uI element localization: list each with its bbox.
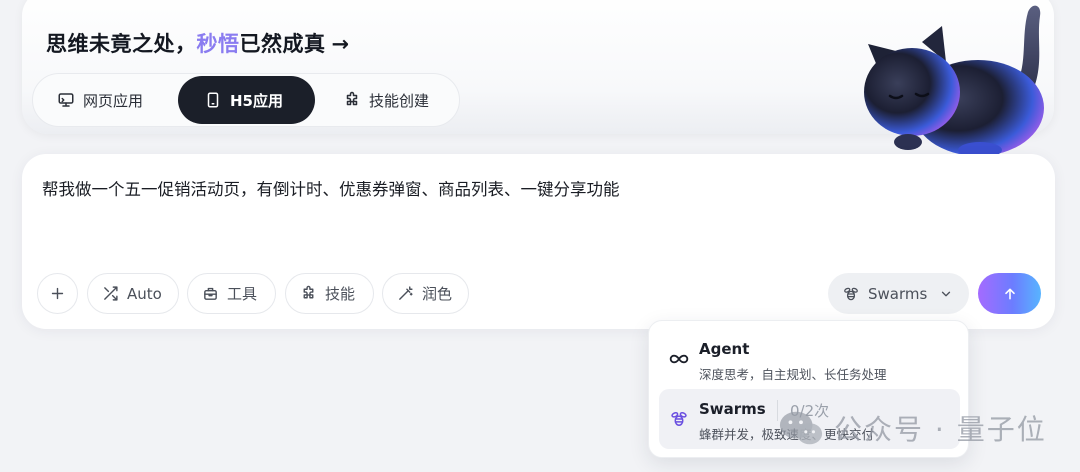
monitor-icon (58, 93, 74, 107)
dropdown-item-agent[interactable]: Agent 深度思考，自主规划、长任务处理 (659, 329, 960, 389)
mode-dropdown-menu: Agent 深度思考，自主规划、长任务处理 Swarms 0/2次 蜂群并发，极… (648, 320, 969, 458)
add-attachment-button[interactable] (37, 273, 78, 314)
dropdown-item-swarms[interactable]: Swarms 0/2次 蜂群并发，极致速度、更快交付 (659, 389, 960, 449)
usage-quota: 0/2次 (777, 400, 829, 421)
auto-label: Auto (127, 284, 162, 303)
headline-accent: 秒悟 (196, 32, 240, 56)
headline-prefix: 思维未竟之处， (46, 32, 197, 56)
tools-label: 工具 (227, 285, 258, 303)
polish-label: 润色 (422, 285, 453, 303)
page-headline: 思维未竟之处，秒悟已然成真 → (46, 28, 350, 58)
mode-tabs: 网页应用 H5应用 技能创建 (32, 73, 460, 127)
tab-web-app-label: 网页应用 (83, 91, 144, 110)
dropdown-item-desc: 深度思考，自主规划、长任务处理 (699, 367, 887, 382)
headline-arrow[interactable]: → (332, 32, 350, 56)
bee-icon (671, 412, 687, 426)
prompt-input[interactable]: 帮我做一个五一促销活动页，有倒计时、优惠券弹窗、商品列表、一键分享功能 (42, 176, 620, 200)
dropdown-item-title: Swarms (699, 400, 766, 418)
chevron-down-icon (942, 291, 951, 296)
bee-icon (844, 287, 858, 300)
skills-label: 技能 (325, 285, 356, 303)
app-root: 思维未竟之处，秒悟已然成真 → 网页应用 H5应用 技能创建 帮我做一个五一促销… (0, 0, 1080, 472)
puzzle-icon (346, 91, 358, 106)
mobile-icon (207, 92, 219, 108)
tab-h5-app[interactable]: H5应用 (178, 76, 315, 124)
headline-suffix: 已然成真 (239, 32, 326, 56)
arrow-up-icon (1004, 288, 1015, 299)
toolbox-icon (204, 287, 217, 300)
mode-select-dropdown[interactable]: Swarms (828, 273, 969, 314)
tab-skill-create-label: 技能创建 (369, 91, 430, 110)
puzzle-icon (303, 285, 314, 299)
auto-button[interactable]: Auto (87, 273, 179, 314)
tab-skill-create[interactable]: 技能创建 (323, 76, 453, 124)
plus-icon (51, 287, 64, 300)
mode-select-value: Swarms (868, 284, 928, 303)
tools-button[interactable]: 工具 (187, 273, 276, 314)
tab-web-app[interactable]: 网页应用 (37, 76, 175, 124)
infinity-icon (669, 354, 689, 364)
skills-button[interactable]: 技能 (285, 273, 374, 314)
tab-h5-app-label: H5应用 (230, 91, 283, 110)
magic-wand-icon (399, 286, 413, 300)
cat-mascot-image (864, 5, 1044, 158)
polish-button[interactable]: 润色 (382, 273, 469, 314)
dropdown-item-title: Agent (699, 340, 750, 358)
send-button[interactable] (978, 273, 1041, 314)
shuffle-icon (104, 286, 118, 301)
dropdown-item-desc: 蜂群并发，极致速度、更快交付 (699, 427, 875, 442)
